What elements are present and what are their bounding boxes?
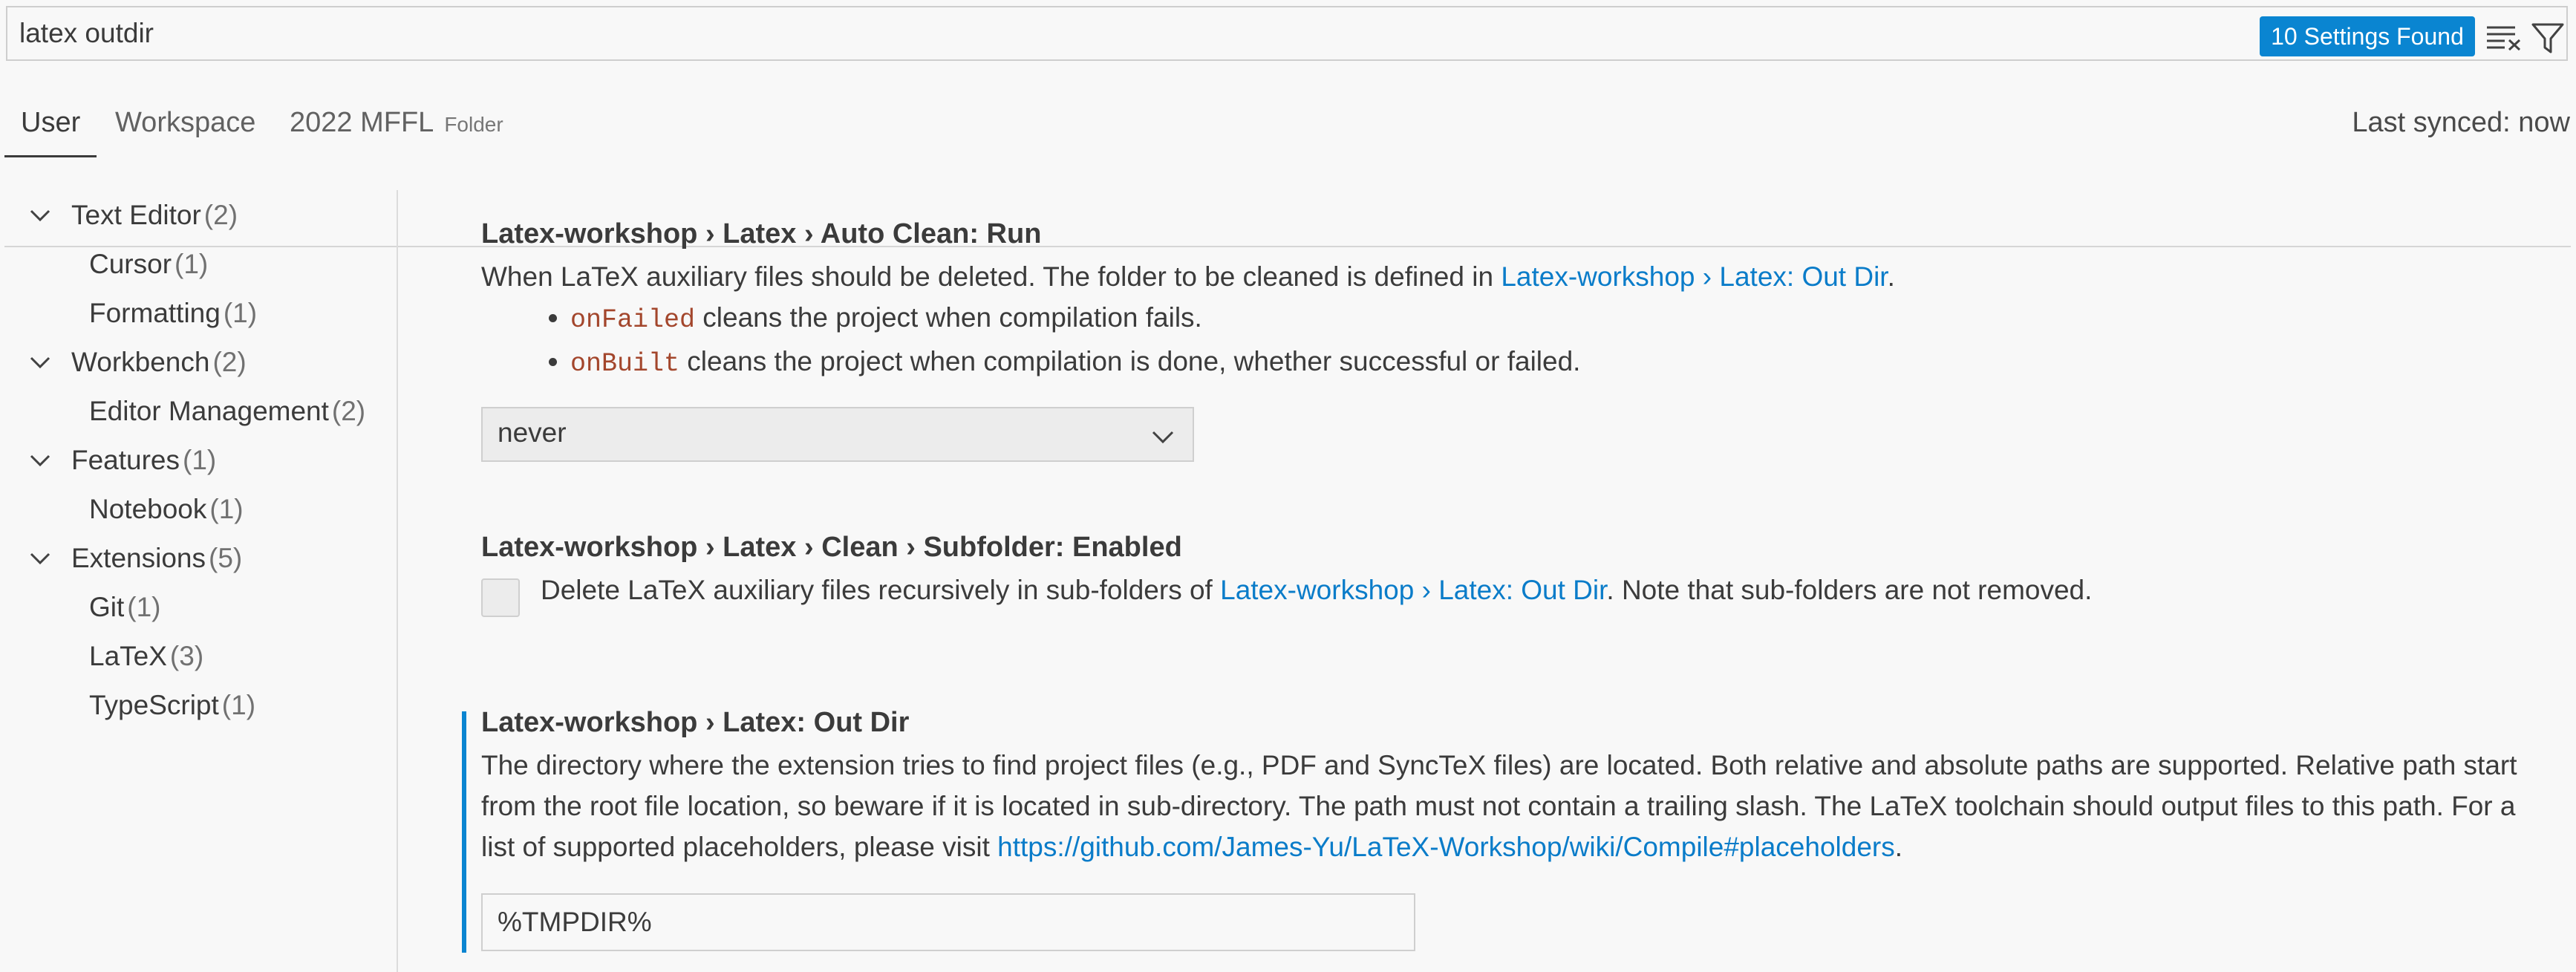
toc-label: Formatting bbox=[89, 298, 221, 328]
toc-label: Text Editor bbox=[71, 200, 201, 230]
toc-item-git[interactable]: Git (1) bbox=[89, 587, 161, 628]
setting-clean-subfolder-enabled: Latex-workshop › Latex › Clean › Subfold… bbox=[481, 532, 2560, 610]
toc-label: Notebook bbox=[89, 494, 207, 524]
toc-label: Workbench bbox=[71, 347, 210, 377]
filter-icon[interactable] bbox=[2531, 22, 2565, 55]
setting-auto-clean-run: Latex-workshop › Latex › Auto Clean: Run… bbox=[481, 218, 2560, 385]
tab-folder-label: Folder bbox=[444, 113, 503, 136]
chevron-down-icon bbox=[30, 454, 50, 467]
tab-folder-name: 2022 MFFL bbox=[290, 107, 434, 138]
description-text-end: . bbox=[1894, 832, 1903, 862]
toc-item-typescript[interactable]: TypeScript (1) bbox=[89, 685, 255, 726]
description-text-end: . bbox=[1887, 261, 1895, 292]
toc-item-formatting[interactable]: Formatting (1) bbox=[89, 293, 257, 334]
toc-label: TypeScript bbox=[89, 690, 219, 720]
toc-count: (2) bbox=[203, 200, 238, 230]
description-text-end: . Note that sub-folders are not removed. bbox=[1606, 575, 2093, 605]
enum-item-on-built: onBuilt cleans the project when compilat… bbox=[570, 341, 2560, 385]
chevron-down-icon bbox=[30, 552, 50, 565]
toc-count: (1) bbox=[221, 690, 256, 720]
chevron-down-icon bbox=[30, 209, 50, 222]
toc-count: (3) bbox=[169, 641, 204, 671]
search-input[interactable] bbox=[19, 12, 2240, 55]
description-text: Delete LaTeX auxiliary files recursively… bbox=[541, 575, 1221, 605]
toc-label: Features bbox=[71, 445, 180, 475]
setting-title: Latex-workshop › Latex › Auto Clean: Run bbox=[481, 218, 1042, 249]
chevron-down-icon bbox=[1152, 431, 1174, 444]
select-value: never bbox=[498, 417, 567, 448]
toc-item-extensions[interactable]: Extensions (5) bbox=[30, 538, 243, 579]
setting-description: When LaTeX auxiliary files should be del… bbox=[481, 256, 2560, 297]
setting-title: Latex-workshop › Latex: Out Dir bbox=[481, 707, 910, 738]
setting-description: The directory where the extension tries … bbox=[481, 745, 2553, 867]
settings-scope-tabs: User Workspace 2022 MFFL Folder Last sync… bbox=[0, 89, 2576, 247]
enum-text: cleans the project when compilation is d… bbox=[679, 346, 1581, 376]
toc-item-features[interactable]: Features (1) bbox=[30, 440, 217, 481]
out-dir-input[interactable] bbox=[481, 893, 1415, 951]
clear-filter-icon[interactable] bbox=[2485, 25, 2523, 50]
auto-clean-select[interactable]: never bbox=[481, 407, 1194, 462]
last-synced-status: Last synced: now bbox=[2352, 107, 2570, 138]
active-tab-indicator bbox=[4, 155, 97, 157]
setting-out-dir: Latex-workshop › Latex: Out Dir The dire… bbox=[481, 707, 2553, 867]
toc-count: (1) bbox=[223, 298, 258, 328]
enum-code: onBuilt bbox=[570, 349, 680, 379]
toc-divider bbox=[397, 190, 398, 972]
toc-count: (5) bbox=[209, 543, 243, 573]
enum-text: cleans the project when compilation fail… bbox=[695, 302, 1202, 333]
toc-item-workbench[interactable]: Workbench (2) bbox=[30, 342, 247, 383]
toc-label: Git bbox=[89, 592, 125, 622]
toc-label: LaTeX bbox=[89, 641, 167, 671]
toc-label: Extensions bbox=[71, 543, 206, 573]
results-count-badge: 10 Settings Found bbox=[2260, 16, 2475, 56]
toc-item-latex[interactable]: LaTeX (3) bbox=[89, 636, 203, 677]
tab-user[interactable]: User bbox=[21, 107, 80, 139]
out-dir-link[interactable]: Latex-workshop › Latex: Out Dir bbox=[1220, 575, 1606, 605]
setting-title: Latex-workshop › Latex › Clean › Subfold… bbox=[481, 532, 1182, 563]
toc-item-text-editor[interactable]: Text Editor (2) bbox=[30, 195, 238, 236]
toc-count: (1) bbox=[183, 445, 217, 475]
subfolder-enabled-checkbox[interactable] bbox=[481, 578, 520, 617]
tab-workspace[interactable]: Workspace bbox=[115, 107, 255, 139]
toc-count: (2) bbox=[331, 396, 366, 426]
toc-item-notebook[interactable]: Notebook (1) bbox=[89, 489, 244, 530]
enum-item-on-failed: onFailed cleans the project when compila… bbox=[570, 297, 2560, 341]
tab-folder[interactable]: 2022 MFFL Folder bbox=[290, 107, 503, 139]
toc-count: (1) bbox=[209, 494, 244, 524]
placeholders-link[interactable]: https://github.com/James-Yu/LaTeX-Worksh… bbox=[997, 832, 1895, 862]
description-text: When LaTeX auxiliary files should be del… bbox=[481, 261, 1501, 292]
toc-item-cursor[interactable]: Cursor (1) bbox=[89, 244, 208, 285]
toc-count: (1) bbox=[175, 249, 209, 279]
toc-item-editor-management[interactable]: Editor Management (2) bbox=[89, 391, 365, 432]
toc-label: Editor Management bbox=[89, 396, 329, 426]
toc-label: Cursor bbox=[89, 249, 172, 279]
enum-code: onFailed bbox=[570, 305, 696, 335]
setting-description: Delete LaTeX auxiliary files recursively… bbox=[481, 570, 2560, 610]
enum-description-list: onFailed cleans the project when compila… bbox=[481, 297, 2560, 385]
toc-count: (1) bbox=[127, 592, 161, 622]
focused-setting-indicator bbox=[462, 711, 466, 953]
out-dir-link[interactable]: Latex-workshop › Latex: Out Dir bbox=[1501, 261, 1887, 292]
settings-search-bar: 10 Settings Found bbox=[6, 6, 2568, 61]
chevron-down-icon bbox=[30, 356, 50, 369]
toc-count: (2) bbox=[212, 347, 247, 377]
